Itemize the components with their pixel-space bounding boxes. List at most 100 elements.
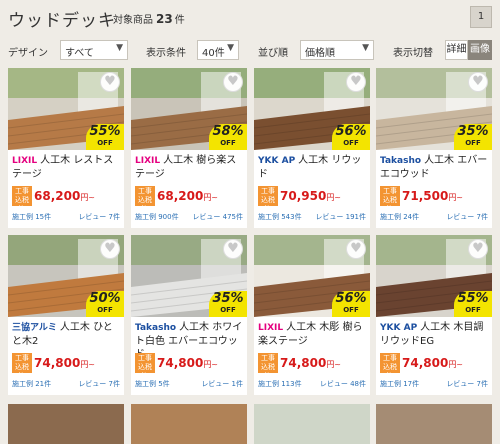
price-row: 工事込税込68,200円~ <box>135 185 218 213</box>
discount-off-label: OFF <box>343 306 359 314</box>
brand-logo: LIXIL <box>12 156 38 166</box>
discount-badge: 50% OFF <box>86 291 124 317</box>
price-value: 74,800 <box>157 355 204 370</box>
view-image-button[interactable]: 画像 <box>468 40 492 60</box>
product-photo[interactable] <box>8 404 124 444</box>
favorite-heart-icon[interactable]: ♥ <box>468 72 488 92</box>
product-name-row[interactable]: YKK AP 人工木 リウッド <box>258 154 368 181</box>
product-photo[interactable] <box>376 404 492 444</box>
design-label: デザイン <box>8 48 48 59</box>
product-meta: 施工例 15件 レビュー 7件 <box>12 212 122 222</box>
favorite-heart-icon[interactable]: ♥ <box>100 239 120 259</box>
product-name-row[interactable]: LIXIL 人工木 レストステージ <box>12 154 122 181</box>
discount-percent: 58% <box>212 124 244 139</box>
discount-off-label: OFF <box>97 306 113 314</box>
product-name-row[interactable]: YKK AP 人工木 木目調 リウッドEG <box>380 321 490 348</box>
install-examples-link[interactable]: 施工例 21件 <box>12 380 51 388</box>
discount-off-label: OFF <box>97 139 113 147</box>
design-select[interactable]: すべて ▼ <box>60 40 128 60</box>
install-examples-link[interactable]: 施工例 15件 <box>12 213 51 221</box>
price-row: 工事込税込71,500円~ <box>380 185 464 213</box>
product-photo[interactable]: ♥ 55% OFF <box>376 235 492 317</box>
price-row: 工事込税込74,800円~ <box>12 352 95 380</box>
product-card[interactable]: ♥ 50% OFF 三協アルミ 人工木 ひとと木2 工事込税込74,800円~ 施… <box>8 235 124 395</box>
view-toggle-label: 表示切替 <box>393 48 433 59</box>
sort-select[interactable]: 価格順 ▼ <box>300 40 374 60</box>
price-unit: 円~ <box>203 359 219 369</box>
brand-logo: Takasho <box>135 323 177 333</box>
product-card[interactable]: ♥ 58% OFF LIXIL 人工木 樹ら楽ステージ 工事込税込68,200円~… <box>131 68 247 228</box>
page-header: ウッドデッキ 対象商品 23 件 1 <box>0 0 500 36</box>
discount-percent: 56% <box>335 124 367 139</box>
display-count-select[interactable]: 40件 ▼ <box>197 40 239 60</box>
chevron-down-icon: ▼ <box>227 43 234 53</box>
product-price: 74,800円~ <box>34 356 95 370</box>
page-number-button[interactable]: 1 <box>470 6 492 28</box>
product-card[interactable]: ♥ 55% OFF LIXIL 人工木 レストステージ 工事込税込68,200円~… <box>8 68 124 228</box>
discount-badge: 56% OFF <box>332 291 370 317</box>
product-photo[interactable]: ♥ 35% OFF <box>376 68 492 150</box>
reviews-link[interactable]: レビュー 7件 <box>446 212 488 222</box>
construction-tax-tag: 工事込税込 <box>12 352 32 380</box>
price-unit: 円~ <box>80 359 96 369</box>
sort-label: 並び順 <box>258 48 288 59</box>
construction-tax-tag: 工事込税込 <box>135 185 155 213</box>
product-photo[interactable]: ♥ 35% OFF <box>131 235 247 317</box>
install-examples-link[interactable]: 施工例 17件 <box>380 380 419 388</box>
brand-logo: Takasho <box>380 156 422 166</box>
reviews-link[interactable]: レビュー 7件 <box>78 379 120 389</box>
construction-tax-tag: 工事込税込 <box>12 185 32 213</box>
product-meta: 施工例 17件 レビュー 7件 <box>380 379 490 389</box>
product-card[interactable]: ♥ 55% OFF YKK AP 人工木 木目調 リウッドEG 工事込税込74,8… <box>376 235 492 395</box>
reviews-link[interactable]: レビュー 7件 <box>78 212 120 222</box>
discount-percent: 56% <box>335 291 367 306</box>
discount-percent: 50% <box>89 291 121 306</box>
price-value: 74,800 <box>34 355 81 370</box>
view-detail-button[interactable]: 詳細 <box>445 40 468 60</box>
brand-logo: YKK AP <box>258 156 296 166</box>
brand-logo: LIXIL <box>135 156 161 166</box>
product-card[interactable]: ♥ 56% OFF LIXIL 人工木 木彫 樹ら楽ステージ 工事込税込74,80… <box>254 235 370 395</box>
product-name-row[interactable]: LIXIL 人工木 木彫 樹ら楽ステージ <box>258 321 368 348</box>
discount-off-label: OFF <box>465 139 481 147</box>
product-photo[interactable]: ♥ 56% OFF <box>254 235 370 317</box>
favorite-heart-icon[interactable]: ♥ <box>100 72 120 92</box>
favorite-heart-icon[interactable]: ♥ <box>223 239 243 259</box>
reviews-link[interactable]: レビュー 191件 <box>315 212 366 222</box>
product-photo[interactable] <box>254 404 370 444</box>
reviews-link[interactable]: レビュー 7件 <box>446 379 488 389</box>
discount-percent: 55% <box>457 291 489 306</box>
favorite-heart-icon[interactable]: ♥ <box>346 239 366 259</box>
product-card[interactable]: ♥ 56% OFF YKK AP 人工木 リウッド 工事込税込70,950円~ 施… <box>254 68 370 228</box>
product-name-row[interactable]: 三協アルミ 人工木 ひとと木2 <box>12 321 122 348</box>
install-examples-link[interactable]: 施工例 543件 <box>258 213 302 221</box>
price-unit: 円~ <box>326 192 342 202</box>
product-photo[interactable]: ♥ 50% OFF <box>8 235 124 317</box>
chevron-down-icon: ▼ <box>362 43 369 53</box>
reviews-link[interactable]: レビュー 48件 <box>320 379 366 389</box>
product-name-row[interactable]: Takasho 人工木 エバーエコウッド <box>380 154 490 181</box>
product-name-row[interactable]: LIXIL 人工木 樹ら楽ステージ <box>135 154 245 181</box>
favorite-heart-icon[interactable]: ♥ <box>223 72 243 92</box>
product-photo[interactable]: ♥ 56% OFF <box>254 68 370 150</box>
result-count-unit: 件 <box>174 15 185 26</box>
install-examples-link[interactable]: 施工例 5件 <box>135 380 170 388</box>
install-examples-link[interactable]: 施工例 113件 <box>258 380 302 388</box>
product-photo[interactable] <box>131 404 247 444</box>
construction-tax-tag: 工事込税込 <box>258 185 278 213</box>
install-examples-link[interactable]: 施工例 900件 <box>135 213 179 221</box>
product-card[interactable]: ♥ 35% OFF Takasho人工木 ホワイト白色 エバーエコウッド 工事込… <box>131 235 247 395</box>
product-meta: 施工例 21件 レビュー 7件 <box>12 379 122 389</box>
construction-tax-tag: 工事込税込 <box>380 185 400 213</box>
product-card[interactable]: ♥ 35% OFF Takasho 人工木 エバーエコウッド 工事込税込71,50… <box>376 68 492 228</box>
install-examples-link[interactable]: 施工例 24件 <box>380 213 419 221</box>
price-unit: 円~ <box>448 192 464 202</box>
price-row: 工事込税込74,800円~ <box>135 352 219 380</box>
favorite-heart-icon[interactable]: ♥ <box>346 72 366 92</box>
favorite-heart-icon[interactable]: ♥ <box>468 239 488 259</box>
reviews-link[interactable]: レビュー 475件 <box>192 212 243 222</box>
product-photo[interactable]: ♥ 58% OFF <box>131 68 247 150</box>
reviews-link[interactable]: レビュー 1件 <box>201 379 243 389</box>
product-photo[interactable]: ♥ 55% OFF <box>8 68 124 150</box>
price-row: 工事込税込74,800円~ <box>258 352 341 380</box>
